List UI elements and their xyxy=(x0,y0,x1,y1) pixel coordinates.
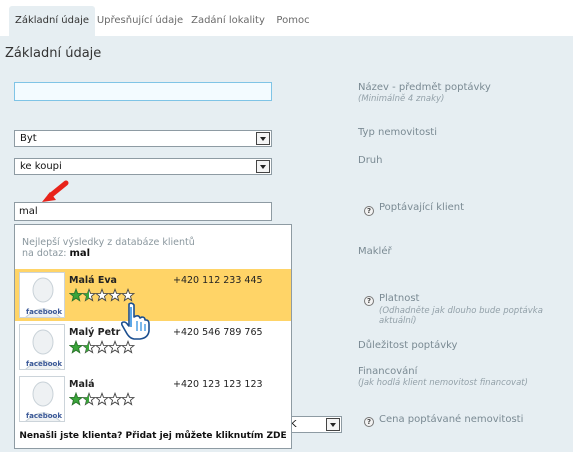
avatar: facebook xyxy=(19,376,65,422)
avatar: facebook xyxy=(19,324,65,370)
property-type-value: Byt xyxy=(20,133,37,144)
query-prefix: na dotaz: xyxy=(22,248,67,259)
star-icon xyxy=(120,392,136,406)
kind-value: ke koupi xyxy=(20,161,62,172)
financing-hint: (Jak hodlá klient nemovitost financovat) xyxy=(358,378,528,388)
star-icon xyxy=(120,288,136,302)
kind-select[interactable]: ke koupi xyxy=(14,158,272,175)
facebook-label: facebook xyxy=(26,412,62,420)
price-currency-select[interactable]: K xyxy=(284,416,342,433)
chevron-down-icon[interactable] xyxy=(256,160,270,173)
tab-bar: Základní údaje Upřesňující údaje Zadání … xyxy=(0,0,573,36)
autocomplete-header: Nejlepší výsledky z databáze klientů xyxy=(22,237,195,248)
tab-details[interactable]: Upřesňující údaje xyxy=(96,6,184,36)
tab-help[interactable]: Pomoc xyxy=(272,6,314,36)
client-help-icon[interactable]: ? xyxy=(364,206,374,216)
star-icon xyxy=(94,340,110,354)
price-label: Cena poptávané nemovitosti xyxy=(379,414,524,425)
property-type-select[interactable]: Byt xyxy=(14,130,272,147)
validity-help-icon[interactable]: ? xyxy=(364,296,374,306)
avatar: facebook xyxy=(19,272,65,318)
importance-label: Důležitost poptávky xyxy=(358,340,458,351)
client-name: Malý Petr xyxy=(69,327,121,338)
client-autocomplete: Nejlepší výsledky z databáze klientů na … xyxy=(14,224,292,449)
price-help-icon[interactable]: ? xyxy=(364,417,374,427)
star-icon xyxy=(107,288,123,302)
star-filled-icon xyxy=(69,392,84,406)
rating-stars xyxy=(69,340,136,354)
autocomplete-query-line: na dotaz: mal xyxy=(22,248,90,259)
client-phone: +420 546 789 765 xyxy=(173,327,263,338)
client-result-row[interactable]: facebook Malá +420 123 123 123 xyxy=(15,373,291,425)
client-name: Malá xyxy=(69,379,95,390)
red-arrow-icon xyxy=(42,180,69,202)
validity-hint: (Odhadněte jak dlouho bude poptávka aktu… xyxy=(379,306,543,326)
tab-location[interactable]: Zadání lokality xyxy=(188,6,268,36)
client-phone: +420 112 233 445 xyxy=(173,275,263,286)
client-phone: +420 123 123 123 xyxy=(173,379,263,390)
client-result-row[interactable]: facebook Malý Petr +420 546 789 765 xyxy=(15,321,291,373)
facebook-label: facebook xyxy=(26,360,62,368)
chevron-down-icon[interactable] xyxy=(256,132,270,145)
hand-cursor-icon xyxy=(120,302,150,340)
star-icon xyxy=(107,392,123,406)
title-hint: (Minimálně 4 znaky) xyxy=(358,94,445,104)
validity-label: Platnost xyxy=(379,293,420,304)
star-filled-icon xyxy=(69,340,84,354)
star-icon xyxy=(107,340,123,354)
kind-label: Druh xyxy=(358,155,383,166)
section-title: Základní údaje xyxy=(5,46,102,61)
client-result-row[interactable]: facebook Malá Eva +420 112 233 445 xyxy=(15,269,291,321)
client-name: Malá Eva xyxy=(69,275,117,286)
title-input[interactable] xyxy=(14,82,272,101)
star-icon xyxy=(120,340,136,354)
facebook-label: facebook xyxy=(26,308,62,316)
add-client-link[interactable]: Nenašli jste klienta? Přidat jej můžete … xyxy=(15,431,291,441)
property-type-label: Typ nemovitosti xyxy=(358,127,437,138)
tab-basic-info[interactable]: Základní údaje xyxy=(9,6,95,36)
client-label: Poptávající klient xyxy=(379,202,465,213)
broker-label: Makléř xyxy=(358,246,392,257)
star-filled-icon xyxy=(69,288,84,302)
star-icon xyxy=(94,392,110,406)
star-icon xyxy=(94,288,110,302)
rating-stars xyxy=(69,288,136,302)
rating-stars xyxy=(69,392,136,406)
chevron-down-icon[interactable] xyxy=(326,418,340,431)
financing-label: Financování xyxy=(358,366,418,377)
query-text: mal xyxy=(69,248,91,259)
title-label: Název - předmět poptávky xyxy=(358,82,491,93)
